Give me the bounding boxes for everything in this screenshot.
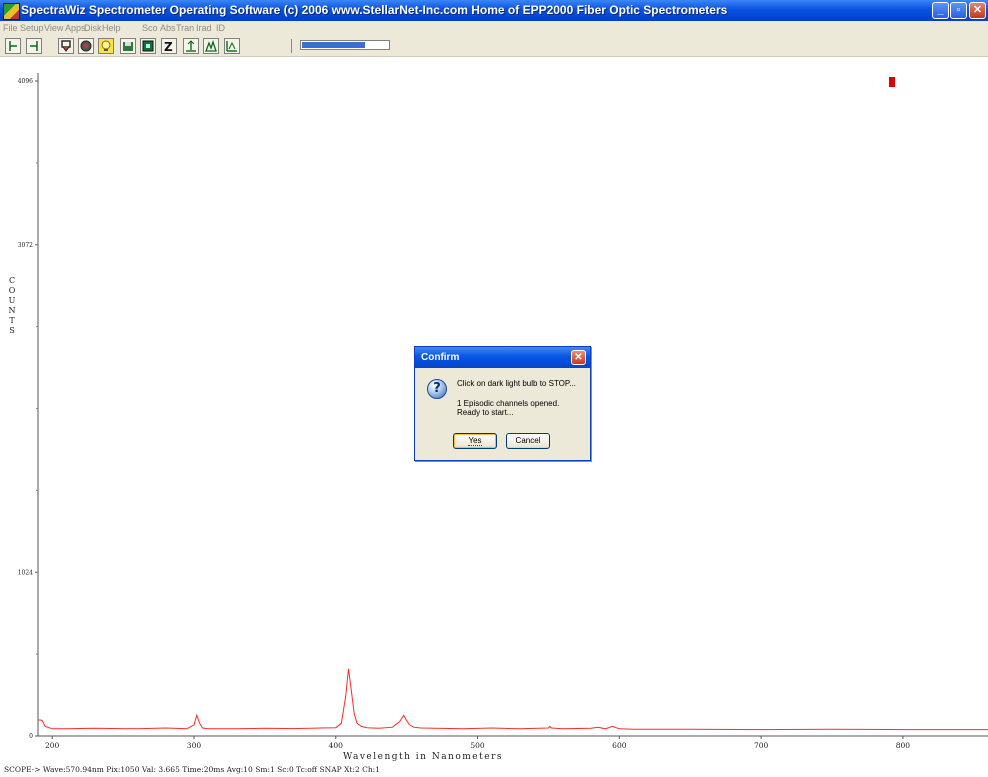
cancel-button[interactable]: Cancel (506, 433, 550, 449)
dark-icon[interactable] (78, 38, 94, 54)
dialog-title-bar[interactable]: Confirm ✕ (415, 347, 590, 368)
minimize-button[interactable]: _ (932, 2, 949, 19)
acquisition-indicator (889, 77, 895, 87)
app-icon (3, 3, 20, 20)
toolbar: Z (0, 35, 988, 57)
y-axis-label-letter: C (9, 276, 15, 285)
menu-id[interactable]: ID (216, 21, 225, 35)
x-tick-label: 400 (329, 741, 344, 750)
y-axis-label-letter: U (9, 296, 16, 305)
zoom-icon[interactable]: Z (161, 38, 177, 54)
x-tick-label: 300 (187, 741, 202, 750)
dialog-title: Confirm (421, 352, 460, 363)
window-title: SpectraWiz Spectrometer Operating Softwa… (21, 3, 728, 17)
x-axis-label: Wavelength in Nanometers (343, 752, 503, 762)
toolbar-separator (291, 39, 292, 53)
menu-tran[interactable]: Tran (176, 21, 194, 35)
disk-icon[interactable] (140, 38, 156, 54)
menu-view[interactable]: View (44, 21, 63, 35)
filter-icon[interactable] (58, 38, 74, 54)
confirm-dialog: Confirm ✕ ? Click on dark light bulb to … (414, 346, 591, 461)
scale-up-icon[interactable] (183, 38, 199, 54)
y-tick-label: 3072 (18, 242, 33, 249)
right-cursor-icon[interactable] (26, 38, 42, 54)
y-axis-label-letter: S (9, 326, 14, 335)
x-tick-label: 500 (470, 741, 485, 750)
menu-disk[interactable]: Disk (84, 21, 102, 35)
menu-setup[interactable]: Setup (20, 21, 44, 35)
menu-apps[interactable]: Apps (65, 21, 86, 35)
menu-help[interactable]: Help (102, 21, 121, 35)
light-bulb-icon[interactable] (98, 38, 114, 54)
x-tick-label: 800 (896, 741, 911, 750)
dialog-message-line3: Ready to start... (457, 408, 514, 417)
menu-sco[interactable]: Sco (142, 21, 158, 35)
spectrum-series-line (38, 668, 988, 731)
y-tick-label: 4096 (18, 78, 33, 85)
y-tick-label: 1024 (18, 569, 33, 576)
y-axis-label: COUNTS (9, 276, 16, 335)
question-icon: ? (427, 379, 447, 399)
status-bar: SCOPE-> Wave:570.94nm Pix:1050 Val: 3.66… (0, 763, 988, 777)
save-icon[interactable] (120, 38, 136, 54)
menu-abs[interactable]: Abs (160, 21, 176, 35)
x-tick-label: 700 (754, 741, 769, 750)
close-button[interactable]: ✕ (969, 2, 986, 19)
maximize-button[interactable]: ▫ (950, 2, 967, 19)
y-axis-label-letter: T (9, 316, 15, 325)
y-axis-label-letter: O (9, 286, 16, 295)
svg-text:Z: Z (164, 40, 173, 53)
dialog-message-line2: 1 Episodic channels opened. (457, 399, 560, 408)
title-bar: SpectraWiz Spectrometer Operating Softwa… (0, 0, 988, 21)
menu-irad[interactable]: Irad (196, 21, 212, 35)
menu-file[interactable]: File (3, 21, 18, 35)
yes-button-label: Yes (468, 436, 482, 446)
progress-fill (302, 42, 366, 48)
menu-bar: File Setup View Apps Disk Help Sco Abs T… (0, 21, 988, 35)
y-axis-label-letter: N (9, 306, 16, 315)
peak-icon[interactable] (203, 38, 219, 54)
dialog-close-button[interactable]: ✕ (571, 350, 586, 365)
x-tick-label: 200 (45, 741, 60, 750)
yes-button[interactable]: Yes (453, 433, 497, 449)
x-tick-label: 600 (612, 741, 627, 750)
progress-bar (300, 40, 390, 50)
y-tick-label: 0 (29, 733, 33, 740)
dialog-message-line1: Click on dark light bulb to STOP... (457, 379, 576, 388)
left-cursor-icon[interactable] (5, 38, 21, 54)
scale-icon[interactable] (224, 38, 240, 54)
